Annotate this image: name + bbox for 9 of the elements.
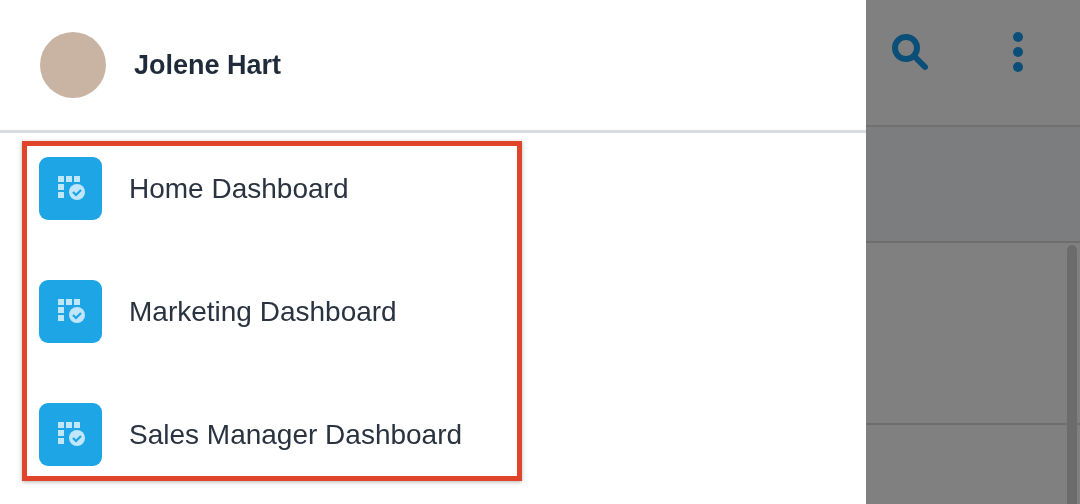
- dashboard-menu-item[interactable]: Home Dashboard: [27, 157, 517, 220]
- dashboard-icon: [39, 403, 102, 466]
- dashboard-icon: [39, 280, 102, 343]
- dashboard-menu-item[interactable]: Sales Manager Dashboard: [27, 403, 517, 466]
- search-icon[interactable]: [890, 32, 930, 72]
- dashboard-icon: [39, 157, 102, 220]
- user-name: Jolene Hart: [134, 49, 282, 81]
- more-options-icon[interactable]: [1012, 32, 1024, 72]
- dashboard-menu-item[interactable]: Marketing Dashboard: [27, 280, 517, 343]
